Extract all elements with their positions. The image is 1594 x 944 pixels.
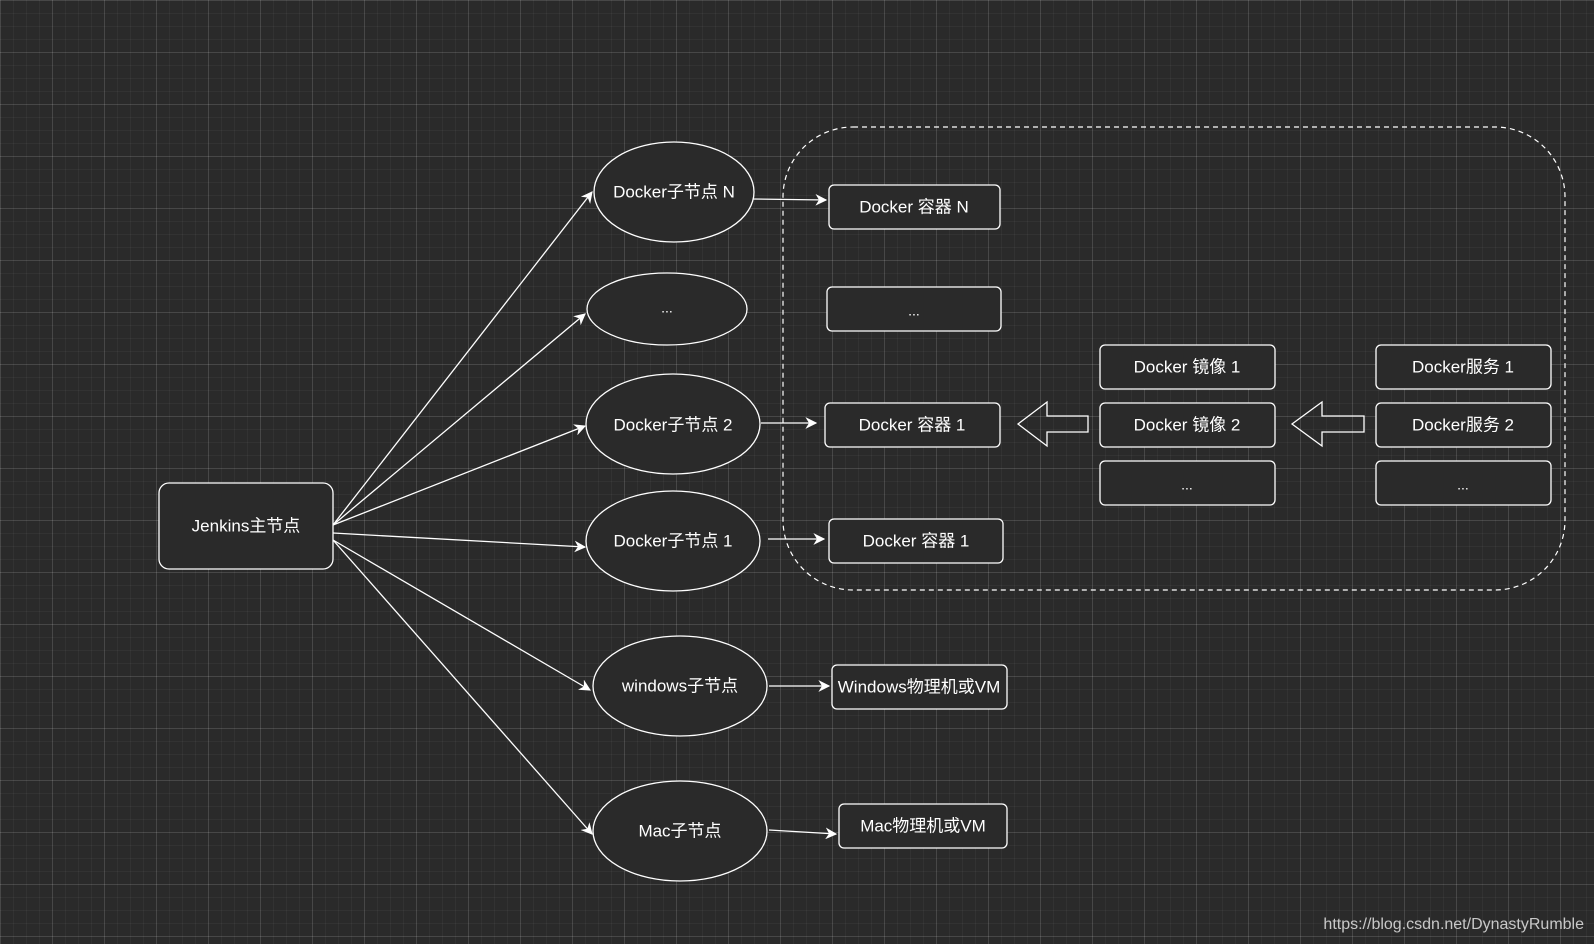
edge-mac-vm [768, 827, 838, 840]
docker-image-1-box[interactable]: Docker 镜像 1 [1099, 344, 1276, 390]
hollow-arrow-images-to-container [1016, 400, 1089, 448]
watermark-url: https://blog.csdn.net/DynastyRumble [1323, 916, 1584, 933]
mac-vm-label: Mac物理机或VM [860, 816, 986, 835]
container-1-main-box[interactable]: Docker 容器 1 [824, 402, 1001, 448]
mac-node-label: Mac子节点 [638, 821, 721, 840]
docker-node-1-label: Docker子节点 1 [613, 531, 732, 550]
container-n-box[interactable]: Docker 容器 N [828, 184, 1001, 230]
hollow-arrow-services-to-images [1290, 400, 1365, 448]
edge-master-docker-1 [332, 532, 587, 553]
docker-image-ellipsis-box[interactable]: ... [1099, 460, 1276, 506]
mac-node[interactable]: Mac子节点 [592, 780, 768, 882]
container-1-lower-box[interactable]: Docker 容器 1 [828, 518, 1004, 564]
docker-node-2-label: Docker子节点 2 [613, 415, 732, 434]
master-edges [332, 191, 593, 835]
mac-vm-box[interactable]: Mac物理机或VM [838, 803, 1008, 849]
docker-image-1-label: Docker 镜像 1 [1134, 357, 1241, 376]
node-ellipsis[interactable]: ... [586, 272, 748, 346]
node-ellipsis-label: ... [661, 300, 673, 316]
docker-node-2[interactable]: Docker子节点 2 [585, 373, 761, 475]
docker-service-ellipsis-label: ... [1457, 477, 1469, 493]
docker-node-n[interactable]: Docker子节点 N [593, 141, 755, 243]
container-1-main-label: Docker 容器 1 [859, 415, 966, 434]
jenkins-master-node[interactable]: Jenkins主节点 [158, 482, 334, 570]
docker-service-ellipsis-box[interactable]: ... [1375, 460, 1552, 506]
edge-master-docker-n [332, 191, 593, 526]
docker-node-n-label: Docker子节点 N [613, 182, 735, 201]
container-1-lower-label: Docker 容器 1 [863, 531, 970, 550]
edge-master-mac [332, 539, 593, 835]
architecture-diagram: Jenkins主节点 Docker子节点 N ... Docker子节点 2 D… [158, 126, 1566, 882]
windows-node[interactable]: windows子节点 [592, 635, 768, 737]
docker-service-1-label: Docker服务 1 [1412, 357, 1514, 376]
edge-master-ellipsis [332, 313, 586, 526]
docker-service-1-box[interactable]: Docker服务 1 [1375, 344, 1552, 390]
container-ellipsis-box[interactable]: ... [826, 286, 1002, 332]
docker-image-2-label: Docker 镜像 2 [1134, 415, 1241, 434]
edge-master-windows [332, 539, 592, 691]
docker-image-ellipsis-label: ... [1181, 477, 1193, 493]
container-n-label: Docker 容器 N [859, 197, 969, 216]
docker-service-2-box[interactable]: Docker服务 2 [1375, 402, 1552, 448]
container-ellipsis-label: ... [908, 303, 920, 319]
docker-image-2-box[interactable]: Docker 镜像 2 [1099, 402, 1276, 448]
jenkins-master-label: Jenkins主节点 [192, 516, 301, 535]
docker-node-1[interactable]: Docker子节点 1 [585, 490, 761, 592]
target-edges [752, 194, 838, 840]
windows-vm-box[interactable]: Windows物理机或VM [831, 664, 1008, 710]
windows-node-label: windows子节点 [621, 676, 738, 695]
edge-docker-n-container [752, 194, 828, 206]
windows-vm-label: Windows物理机或VM [838, 677, 1000, 696]
docker-service-2-label: Docker服务 2 [1412, 415, 1514, 434]
